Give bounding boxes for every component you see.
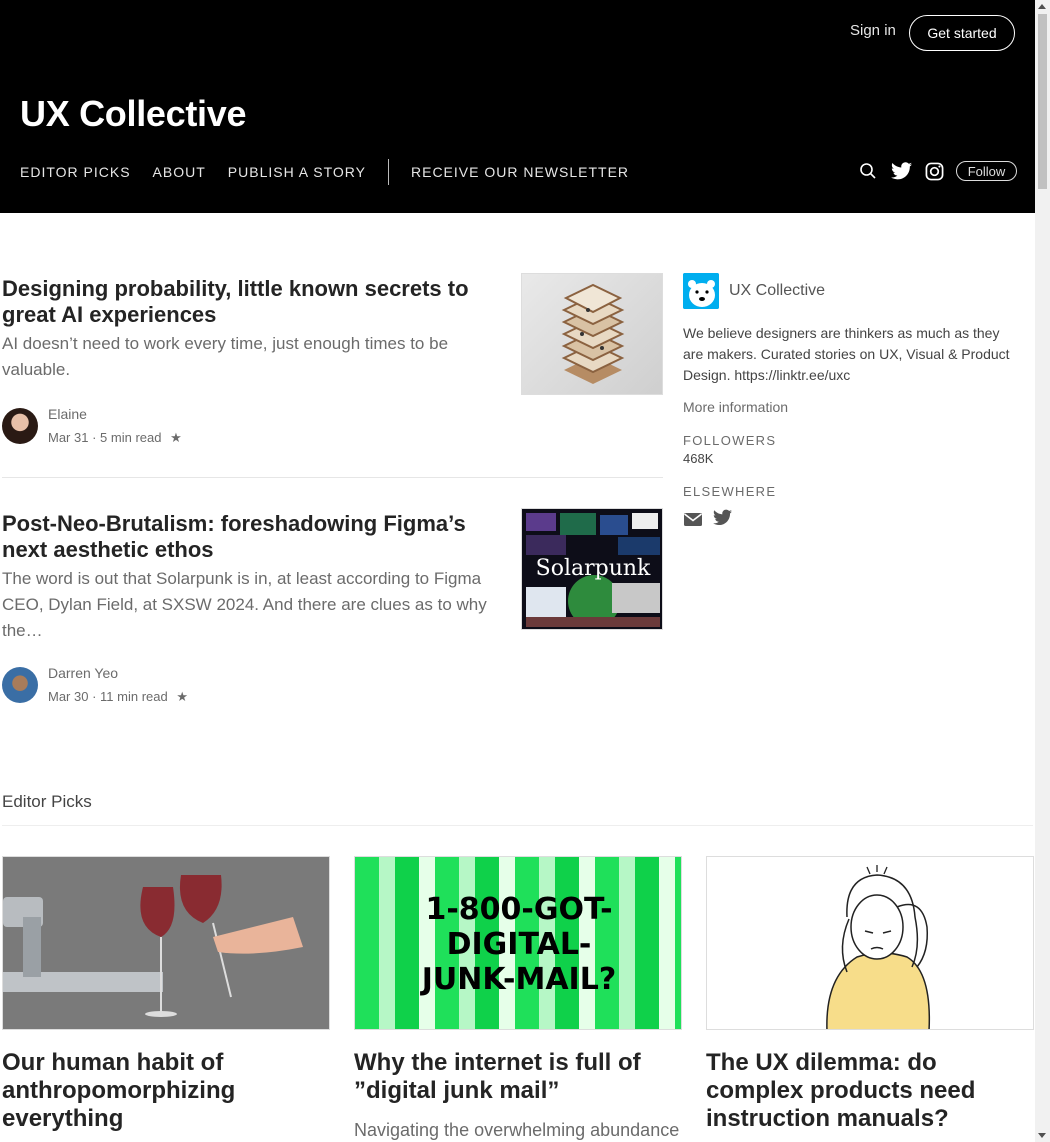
card-image[interactable] (706, 856, 1034, 1030)
email-icon[interactable] (683, 509, 703, 529)
followers-label: FOLLOWERS (683, 433, 777, 448)
scrollbar-thumb[interactable] (1038, 14, 1047, 189)
card-title[interactable]: The UX dilemma: do complex products need… (706, 1049, 1034, 1133)
publication-name[interactable]: UX Collective (729, 282, 825, 300)
graphic-line-3: JUNK-MAIL? (420, 962, 616, 997)
article-title[interactable]: Designing probability, little known secr… (2, 276, 492, 328)
robot-wine-image (3, 857, 329, 1029)
nav-divider (388, 159, 389, 185)
article-thumbnail[interactable]: Solarpunk (521, 508, 663, 630)
scroll-up-arrow-icon[interactable] (1038, 4, 1046, 9)
card-image[interactable] (2, 856, 330, 1030)
article-title[interactable]: Post-Neo-Brutalism: foreshadowing Figma’… (2, 511, 492, 563)
member-star-icon: ★ (170, 430, 182, 445)
editor-pick-card: 1-800-GOT- DIGITAL- JUNK-MAIL? Why the i… (354, 856, 682, 1142)
article-divider (2, 477, 663, 478)
publication-title[interactable]: UX Collective (20, 93, 246, 135)
article-byline: Darren Yeo Mar 30 · 11 min read ★ (2, 665, 188, 705)
card-title[interactable]: Why the internet is full of ”digital jun… (354, 1049, 682, 1105)
graphic-line-2: DIGITAL- (447, 927, 592, 962)
article-subtitle[interactable]: AI doesn’t need to work every time, just… (2, 331, 492, 383)
solarpunk-collage-image: Solarpunk (522, 509, 662, 629)
meta-dot: · (92, 430, 101, 445)
member-star-icon: ★ (176, 689, 189, 704)
thumbnail-caption: Solarpunk (536, 556, 651, 581)
twitter-icon[interactable] (713, 509, 733, 529)
site-header: Sign in Get started UX Collective EDITOR… (0, 0, 1035, 213)
publication-logo[interactable] (683, 273, 719, 309)
article-meta: Mar 31 · 5 min read ★ (48, 430, 182, 446)
scroll-down-arrow-icon[interactable] (1038, 1133, 1046, 1138)
article-byline: Elaine Mar 31 · 5 min read ★ (2, 406, 182, 446)
instagram-icon[interactable] (923, 160, 945, 182)
publication-info: UX Collective (683, 273, 1023, 309)
publication-nav: EDITOR PICKS ABOUT PUBLISH A STORY RECEI… (20, 158, 651, 186)
author-name[interactable]: Elaine (48, 406, 182, 422)
card-subtitle[interactable]: Navigating the overwhelming abundance (354, 1117, 682, 1142)
article-date: Mar 30 (48, 689, 89, 704)
get-started-button[interactable]: Get started (909, 15, 1015, 51)
author-name[interactable]: Darren Yeo (48, 665, 188, 681)
meta-dot: · (92, 689, 101, 704)
nav-publish-a-story[interactable]: PUBLISH A STORY (228, 164, 366, 180)
search-icon[interactable] (857, 160, 879, 182)
twitter-icon[interactable] (890, 160, 912, 182)
section-divider (2, 825, 1033, 826)
elsewhere-links (683, 509, 1023, 529)
publication-description: We believe designers are thinkers as muc… (683, 325, 1010, 383)
vertical-scrollbar[interactable] (1035, 0, 1050, 1142)
article-subtitle[interactable]: The word is out that Solarpunk is in, at… (2, 566, 492, 644)
article-meta: Mar 30 · 11 min read ★ (48, 689, 188, 705)
card-title[interactable]: Our human habit of anthropomorphizing ev… (2, 1049, 330, 1133)
stressed-person-illustration (826, 865, 931, 1029)
card-image[interactable]: 1-800-GOT- DIGITAL- JUNK-MAIL? (354, 856, 682, 1030)
graphic-line-1: 1-800-GOT- (425, 892, 612, 927)
more-information-link[interactable]: More information (683, 399, 1023, 415)
article-card: Post-Neo-Brutalism: foreshadowing Figma’… (2, 508, 663, 704)
article-date: Mar 31 (48, 430, 89, 445)
followers-count: 468K (683, 451, 714, 466)
junk-mail-graphic: 1-800-GOT- DIGITAL- JUNK-MAIL? (420, 892, 616, 997)
avatar[interactable] (2, 408, 38, 444)
read-time: 11 min read (100, 689, 168, 704)
sign-in-link[interactable]: Sign in (850, 22, 896, 39)
header-tools: Follow (857, 160, 1017, 182)
stacked-blocks-image (561, 283, 625, 384)
elsewhere-label: ELSEWHERE (683, 484, 777, 499)
nav-about[interactable]: ABOUT (153, 164, 206, 180)
read-time: 5 min read (100, 430, 162, 445)
editor-pick-card: The UX dilemma: do complex products need… (706, 856, 1034, 1133)
avatar[interactable] (2, 667, 38, 703)
publication-sidebar: UX Collective We believe designers are t… (683, 273, 1023, 529)
editor-pick-card: Our human habit of anthropomorphizing ev… (2, 856, 330, 1133)
article-card: Designing probability, little known secr… (2, 273, 663, 445)
nav-newsletter[interactable]: RECEIVE OUR NEWSLETTER (411, 164, 629, 180)
editor-picks-heading: Editor Picks (2, 792, 92, 811)
follow-button[interactable]: Follow (956, 161, 1017, 181)
article-thumbnail[interactable] (521, 273, 663, 395)
nav-editor-picks[interactable]: EDITOR PICKS (20, 164, 131, 180)
